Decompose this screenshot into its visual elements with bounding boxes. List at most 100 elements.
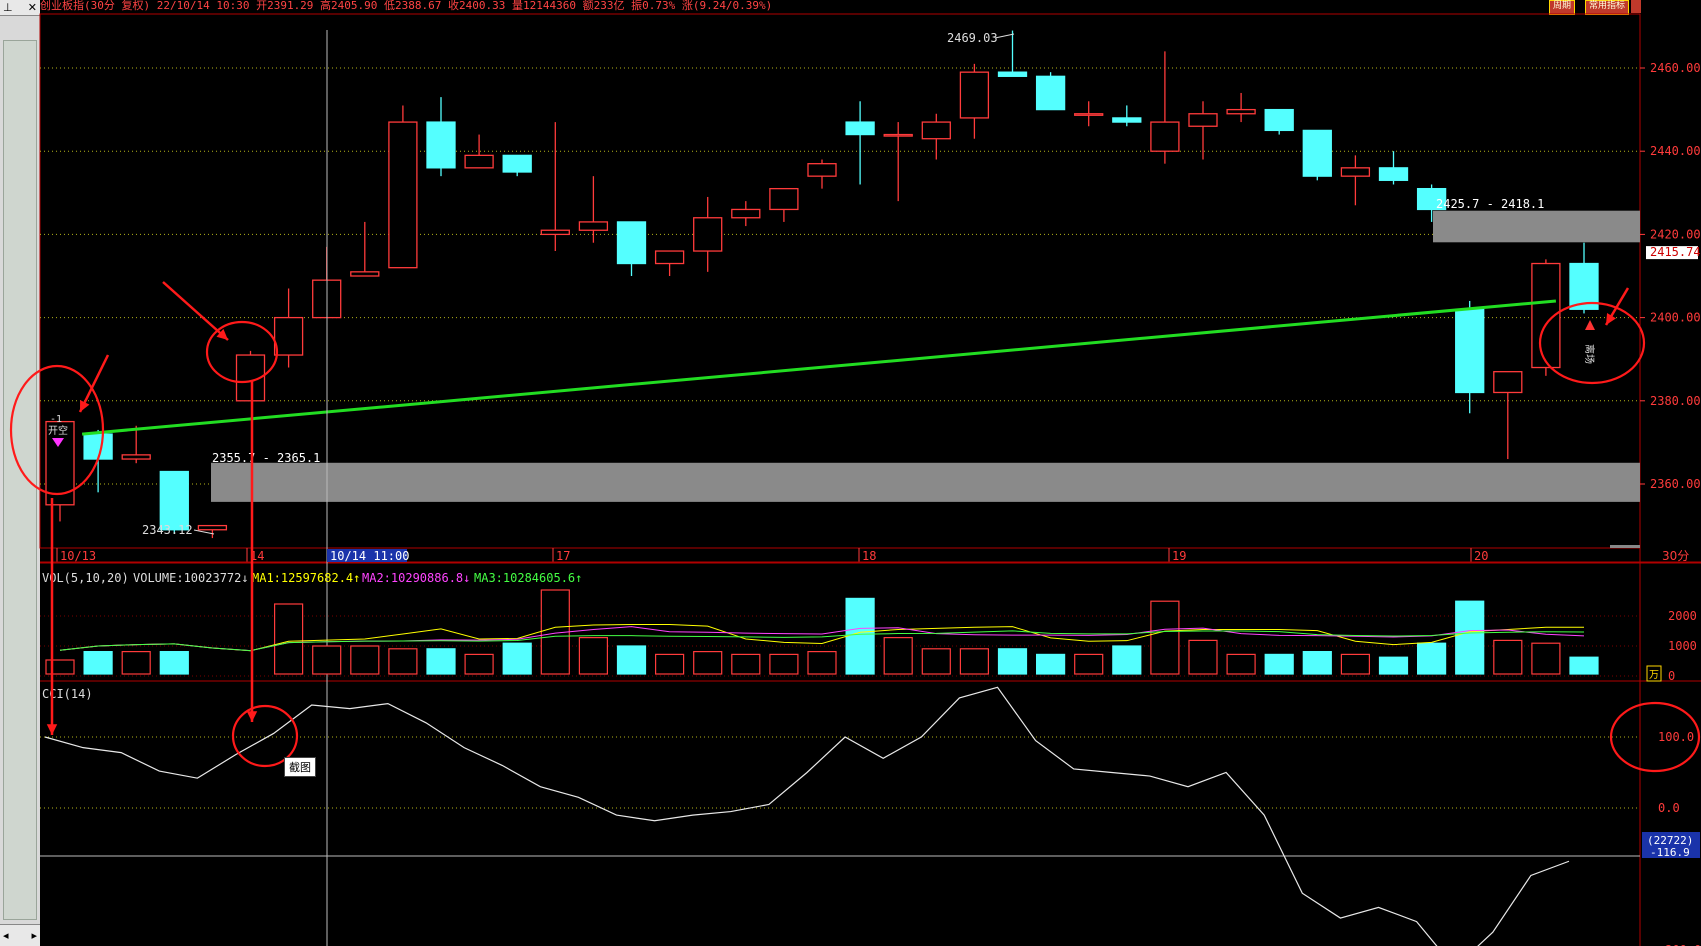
candle xyxy=(1264,108,1294,135)
candle-body xyxy=(693,217,723,252)
volume-bar xyxy=(1112,645,1142,675)
candle-body xyxy=(1035,75,1066,111)
kline-chart[interactable]: 2460.00 2440.00 2420.00 2400.00 2380.00 2360.… xyxy=(0,0,1701,946)
candle-body xyxy=(426,121,456,169)
cci-cursor-value-bottom: -116.9 xyxy=(1650,846,1690,859)
candle-body xyxy=(1074,113,1104,116)
resistance-zone xyxy=(1433,210,1640,243)
candle-body xyxy=(921,121,951,140)
candle-body xyxy=(1188,113,1218,127)
volume-bar xyxy=(426,648,456,675)
volume-bar xyxy=(1302,650,1332,675)
candle xyxy=(883,122,913,202)
volume-bar xyxy=(121,650,151,675)
scroll-indicator xyxy=(1610,545,1640,548)
volume-bar xyxy=(1340,653,1371,675)
max-price-label: 2469.03 xyxy=(947,31,998,45)
price-axis-label: 2380.00 xyxy=(1650,394,1701,408)
candle-body xyxy=(731,208,761,219)
resistance-zone-label: 2425.7 - 2418.1 xyxy=(1436,197,1544,211)
volume-bar xyxy=(1455,600,1485,675)
volume-panel: VOL(5,10,20) VOLUME:10023772↓ MA1:12597682… xyxy=(40,571,1697,683)
volume-bar xyxy=(1074,653,1104,675)
candle xyxy=(845,101,875,185)
candle-body xyxy=(159,470,189,531)
price-axis-label: 2440.00 xyxy=(1650,144,1701,158)
candle xyxy=(1378,151,1409,185)
candle-body xyxy=(1112,117,1142,123)
volume-bar xyxy=(693,650,723,675)
volume-bar xyxy=(997,648,1028,675)
time-axis-label: 20 xyxy=(1474,549,1488,563)
time-axis-label: 18 xyxy=(862,549,876,563)
volume-bar xyxy=(1035,653,1066,675)
candle xyxy=(1455,300,1485,414)
volume-bar xyxy=(388,648,418,675)
candle xyxy=(1493,371,1523,460)
candle-body xyxy=(273,316,304,356)
volume-bar xyxy=(1531,642,1561,675)
candle-body xyxy=(1226,108,1256,115)
candle-body xyxy=(197,524,228,531)
candle xyxy=(997,30,1028,77)
volume-bar xyxy=(883,636,913,675)
volume-bar xyxy=(1226,653,1256,675)
volume-ma3: MA3:10284605.6↑ xyxy=(474,571,582,585)
candle-body xyxy=(1264,108,1294,132)
volume-bar xyxy=(45,659,75,675)
candle-body xyxy=(959,71,990,119)
volume-bar xyxy=(654,653,685,675)
volume-bar xyxy=(83,650,113,675)
candle-body xyxy=(769,187,799,211)
price-axis-label: 2400.00 xyxy=(1650,311,1701,325)
volume-ma1: MA1:12597682.4↑ xyxy=(252,571,360,585)
candle xyxy=(1302,129,1332,181)
volume-bar xyxy=(159,650,189,675)
candle-body xyxy=(845,121,875,136)
volume-bar xyxy=(350,645,380,675)
price-zones xyxy=(211,210,1640,502)
candle-body xyxy=(1150,121,1180,152)
cci-axis-label: 100.0 xyxy=(1658,730,1694,744)
cci-title: CCI(14) xyxy=(42,687,93,701)
candle xyxy=(1340,155,1371,206)
candle xyxy=(769,187,799,222)
candle xyxy=(540,122,570,252)
price-axis-label: 2360.00 xyxy=(1650,477,1701,491)
volume-unit-label: 万 xyxy=(1649,670,1659,681)
volume-ma2: MA2:10290886.8↓ xyxy=(362,571,470,585)
candle xyxy=(654,250,685,276)
time-axis-label: 19 xyxy=(1172,549,1186,563)
candle-body xyxy=(502,154,532,173)
candle xyxy=(350,221,380,277)
candle-body xyxy=(1302,129,1332,177)
candle xyxy=(1112,105,1142,127)
signal-number: -1 xyxy=(50,414,62,425)
cci-line xyxy=(44,686,1570,946)
candle-body xyxy=(83,433,113,460)
volume-bar xyxy=(1264,653,1294,675)
volume-axis-label: 1000 xyxy=(1668,639,1697,653)
volume-axis-label: 2000 xyxy=(1668,609,1697,623)
volume-bar xyxy=(312,645,342,675)
volume-value: VOLUME:10023772↓ xyxy=(133,571,249,585)
volume-bar xyxy=(921,648,951,675)
volume-axis-label: 0 xyxy=(1668,669,1675,683)
volume-bar xyxy=(1188,639,1218,675)
support-zone-label: 2355.7 - 2365.1 xyxy=(212,451,320,465)
screenshot-tooltip: 截图 xyxy=(284,757,316,777)
volume-title: VOL(5,10,20) xyxy=(42,571,129,585)
max-price-pointer xyxy=(994,33,1015,39)
candle-body xyxy=(540,229,570,236)
candle-body xyxy=(1340,167,1371,177)
candle xyxy=(388,105,418,269)
min-price-pointer xyxy=(193,529,215,535)
exit-signal-label: 离场 xyxy=(1583,344,1596,364)
price-axis-label: 2460.00 xyxy=(1650,61,1701,75)
candle-body xyxy=(1378,167,1409,181)
candle xyxy=(1074,101,1104,127)
candle-body xyxy=(464,154,494,169)
volume-bar xyxy=(464,653,494,675)
candle xyxy=(1150,51,1180,164)
volume-bar xyxy=(1150,600,1180,675)
